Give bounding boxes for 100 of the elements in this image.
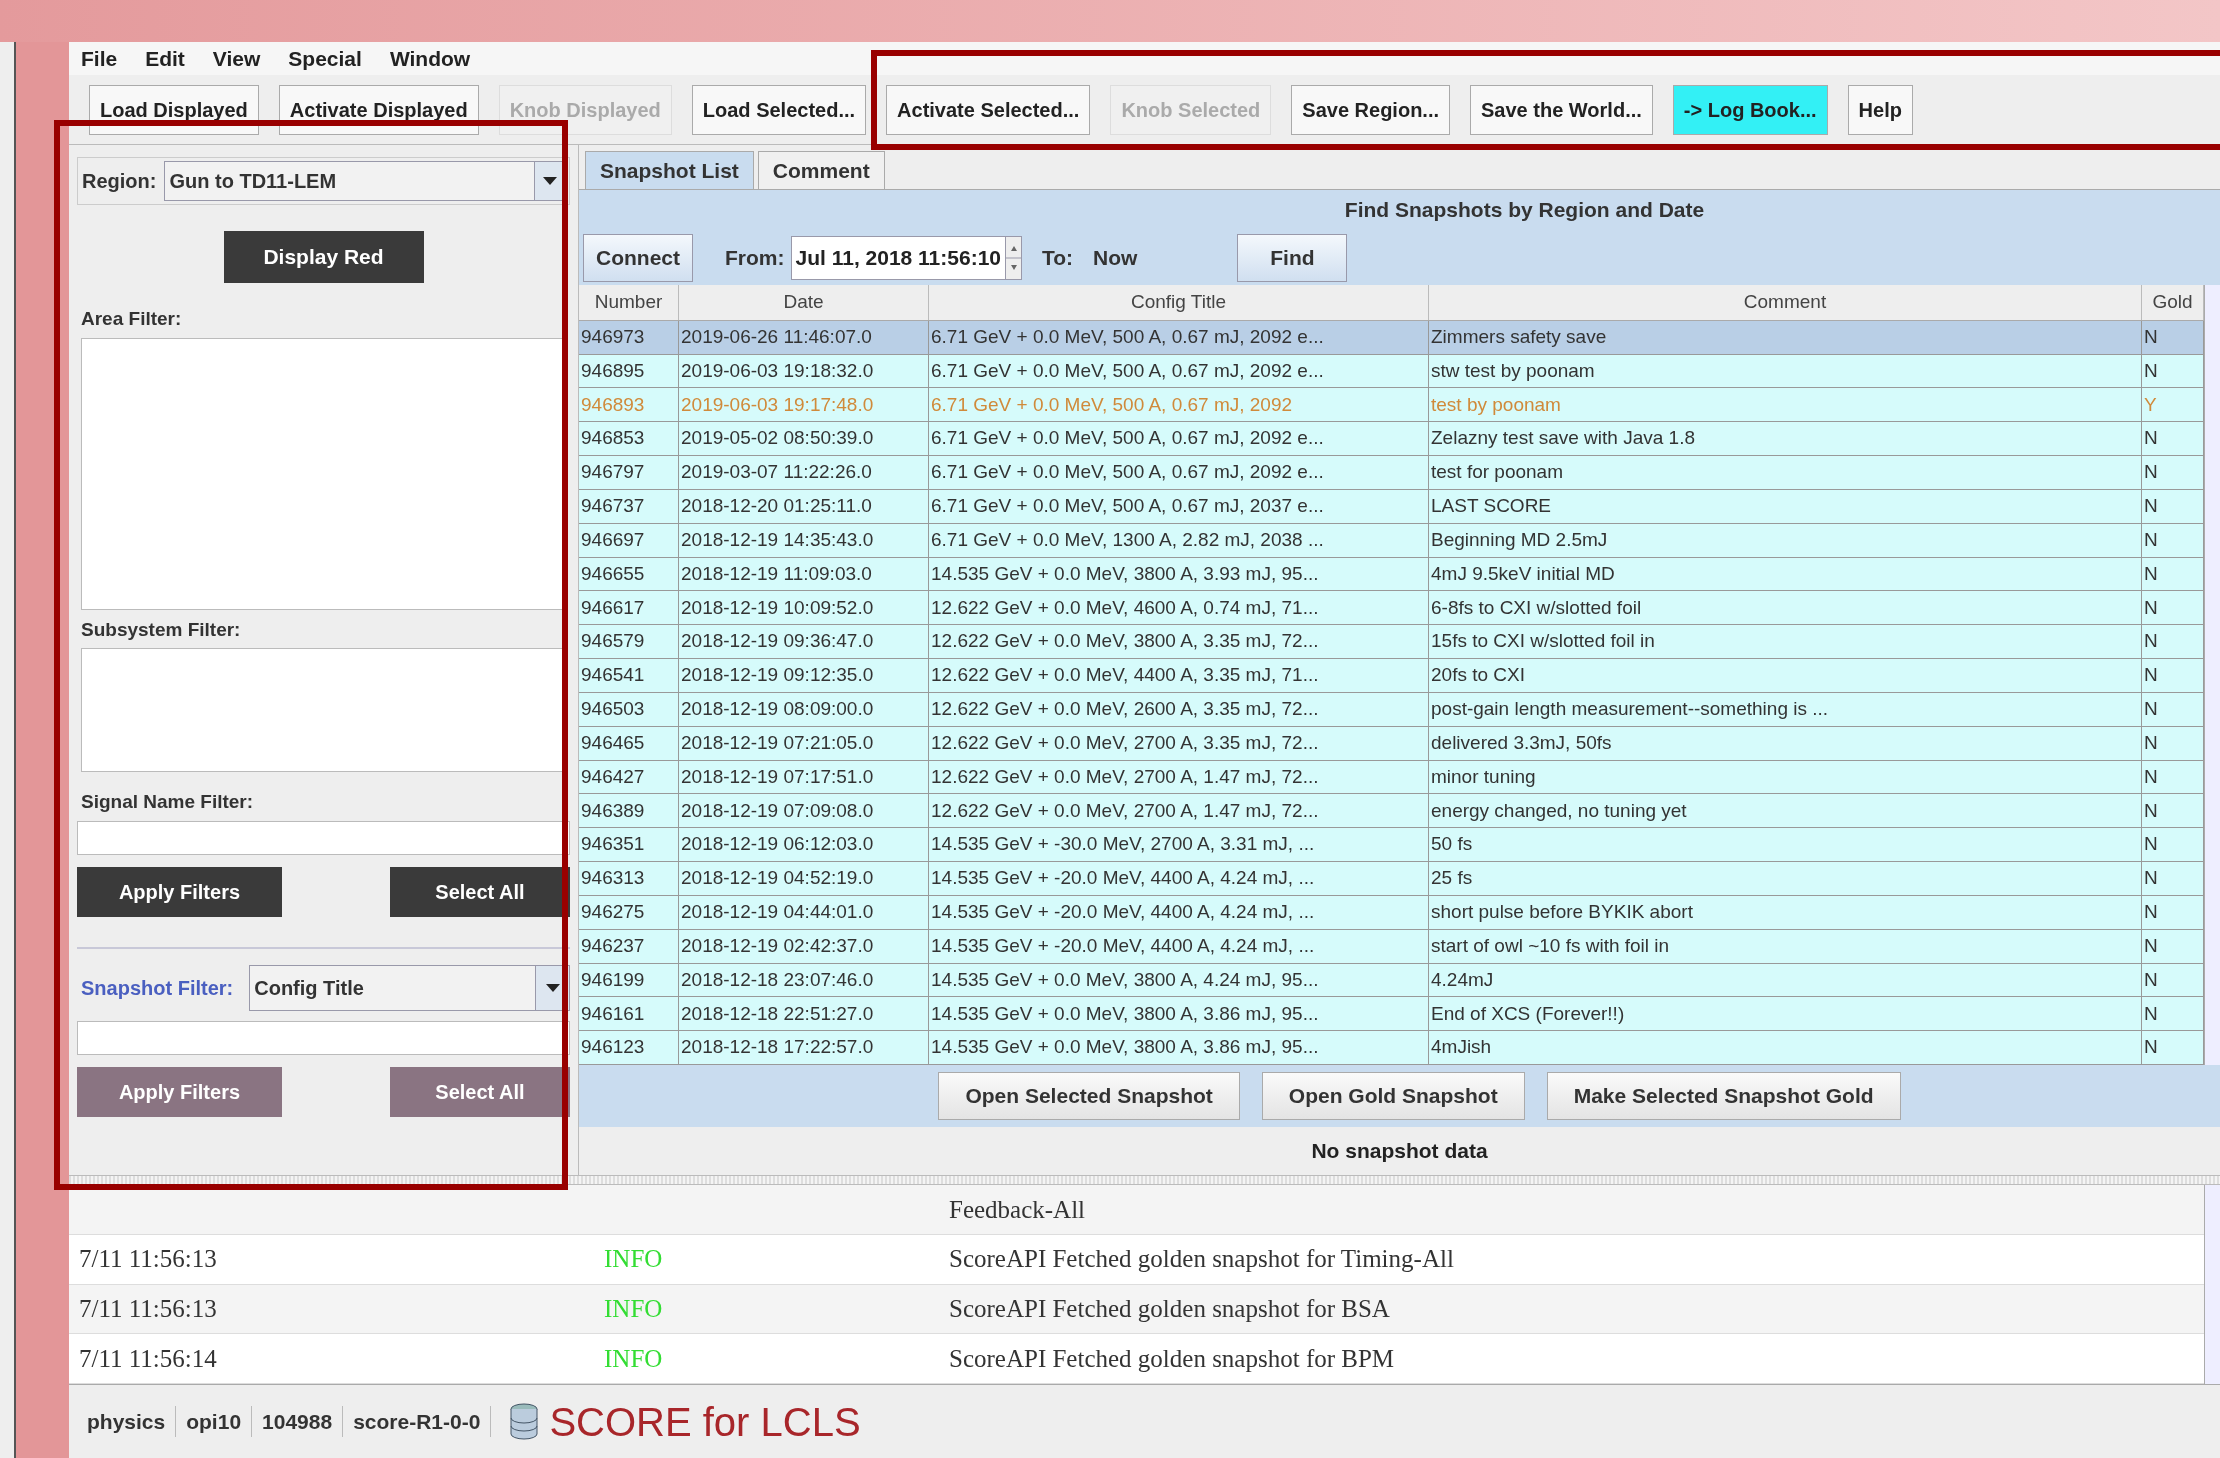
log-level: INFO <box>604 1295 663 1323</box>
table-cell: 946541 <box>579 659 679 692</box>
table-row[interactable]: 946313 2018-12-19 04:52:19.0 14.535 GeV + -20.0 MeV, 4400 A, 4.24 mJ, ... 25 fs N <box>579 862 2204 896</box>
table-cell: 2018-12-19 04:52:19.0 <box>679 862 929 895</box>
find-button[interactable]: Find <box>1237 233 1348 282</box>
table-cell: 2018-12-18 22:51:27.0 <box>679 997 929 1031</box>
table-row[interactable]: 946617 2018-12-19 10:09:52.0 12.622 GeV + 0.0 MeV, 4600 A, 0.74 mJ, 71... 6-8fs to CXI w/slotted foil N <box>579 591 2204 626</box>
table-cell: 12.622 GeV + 0.0 MeV, 4600 A, 0.74 mJ, 71... <box>929 591 1429 625</box>
toolbar-button[interactable]: Activate Selected... <box>886 84 1091 135</box>
column-header[interactable]: Date <box>679 285 929 320</box>
menu-item[interactable]: Edit <box>145 42 185 75</box>
table-row[interactable]: 946237 2018-12-19 02:42:37.0 14.535 GeV + -20.0 MeV, 4400 A, 4.24 mJ, ... start of owl ~10 fs with foil in N <box>579 929 2204 964</box>
snapshot-action-button[interactable]: Make Selected Snapshot Gold <box>1546 1072 1901 1120</box>
table-row[interactable]: 946797 2019-03-07 11:22:26.0 6.71 GeV + 0.0 MeV, 500 A, 0.67 mJ, 2092 e... test for poonam N <box>579 456 2204 490</box>
table-row[interactable]: 946427 2018-12-19 07:17:51.0 12.622 GeV + 0.0 MeV, 2700 A, 1.47 mJ, 72... minor tuning N <box>579 760 2204 795</box>
to-value: Now <box>1093 244 1138 271</box>
log-time: 7/11 11:56:13 <box>79 1245 217 1273</box>
table-row[interactable]: 946199 2018-12-18 23:07:46.0 14.535 GeV + 0.0 MeV, 3800 A, 4.24 mJ, 95... 4.24mJ N <box>579 963 2204 998</box>
table-row[interactable]: 946503 2018-12-19 08:09:00.0 12.622 GeV + 0.0 MeV, 2600 A, 3.35 mJ, 72... post-gain length measurement--something is ... N <box>579 692 2204 727</box>
table-cell: 6.71 GeV + 0.0 MeV, 500 A, 0.67 mJ, 2092 <box>929 388 1429 422</box>
table-cell: 946351 <box>579 828 679 862</box>
table-row[interactable]: 946351 2018-12-19 06:12:03.0 14.535 GeV + -30.0 MeV, 2700 A, 3.31 mJ, ... 50 fs N <box>579 828 2204 863</box>
table-cell: energy changed, no tuning yet <box>1429 794 2142 828</box>
column-header[interactable]: Config Title <box>929 285 1429 320</box>
toolbar-button[interactable]: -> Log Book... <box>1672 84 1828 135</box>
signal-name-field[interactable] <box>77 820 570 855</box>
menu-item[interactable]: Window <box>389 42 471 75</box>
table-row[interactable]: 946853 2019-05-02 08:50:39.0 6.71 GeV + 0.0 MeV, 500 A, 0.67 mJ, 2092 e... Zelazny test save with Java 1.8 N <box>579 422 2204 457</box>
log-time: 7/11 11:56:13 <box>79 1295 217 1323</box>
connect-button[interactable]: Connect <box>583 233 693 282</box>
table-cell: 2018-12-19 14:35:43.0 <box>679 523 929 557</box>
apply-filters-button[interactable]: Apply Filters <box>77 866 282 917</box>
toolbar-button[interactable]: Save Region... <box>1291 84 1451 135</box>
table-row[interactable]: 946655 2018-12-19 11:09:03.0 14.535 GeV + 0.0 MeV, 3800 A, 3.93 mJ, 95... 4mJ 9.5keV initial MD N <box>579 557 2204 592</box>
table-cell: 946237 <box>579 929 679 963</box>
table-row[interactable]: 946389 2018-12-19 07:09:08.0 12.622 GeV + 0.0 MeV, 2700 A, 1.47 mJ, 72... energy changed, no tuning yet N <box>579 794 2204 829</box>
table-cell: 4mJ 9.5keV initial MD <box>1429 557 2142 591</box>
menu-item[interactable]: View <box>212 42 261 75</box>
table-cell: 2019-06-26 11:46:07.0 <box>679 320 929 354</box>
table-row[interactable]: 946123 2018-12-18 17:22:57.0 14.535 GeV + 0.0 MeV, 3800 A, 3.86 mJ, 95... 4mJish N <box>579 1031 2204 1066</box>
table-cell: 946389 <box>579 794 679 828</box>
select-all-button[interactable]: Select All <box>390 866 570 917</box>
table-cell: 2018-12-19 08:09:00.0 <box>679 692 929 726</box>
toolbar-button[interactable]: Help <box>1847 84 1913 135</box>
status-item: physics <box>77 1405 177 1438</box>
table-row[interactable]: 946579 2018-12-19 09:36:47.0 12.622 GeV + 0.0 MeV, 3800 A, 3.35 mJ, 72... 15fs to CXI w/slotted foil in N <box>579 625 2204 660</box>
tab[interactable]: Comment <box>757 151 885 189</box>
display-button[interactable]: Display Red <box>223 231 424 283</box>
table-row[interactable]: 946697 2018-12-19 14:35:43.0 6.71 GeV + 0.0 MeV, 1300 A, 2.82 mJ, 2038 ... Beginning MD 2.5mJ N <box>579 523 2204 558</box>
snapshot-action-button[interactable]: Open Gold Snapshot <box>1261 1072 1525 1120</box>
column-header[interactable]: Comment <box>1429 285 2142 320</box>
table-row[interactable]: 946275 2018-12-19 04:44:01.0 14.535 GeV + -20.0 MeV, 4400 A, 4.24 mJ, ... short pulse before BYKIK abort N <box>579 895 2204 930</box>
table-cell: 946313 <box>579 862 679 895</box>
table-cell: 946737 <box>579 489 679 523</box>
table-cell: 6-8fs to CXI w/slotted foil <box>1429 591 2142 625</box>
snapshot-filter-field[interactable] <box>77 1020 570 1055</box>
table-row[interactable]: 946465 2018-12-19 07:21:05.0 12.622 GeV + 0.0 MeV, 2700 A, 3.35 mJ, 72... delivered 3.3mJ, 50fs N <box>579 726 2204 761</box>
subsystem-filter-label: Subsystem Filter: <box>80 617 242 642</box>
table-cell: 14.535 GeV + 0.0 MeV, 3800 A, 3.93 mJ, 95... <box>929 557 1429 591</box>
table-cell: 946617 <box>579 591 679 625</box>
table-cell: 946503 <box>579 692 679 726</box>
table-cell: 2018-12-19 10:09:52.0 <box>679 591 929 625</box>
table-cell: 2018-12-18 17:22:57.0 <box>679 1031 929 1065</box>
table-row[interactable]: 946737 2018-12-20 01:25:11.0 6.71 GeV + 0.0 MeV, 500 A, 0.67 mJ, 2037 e... LAST SCORE N <box>579 489 2204 524</box>
region-label: Region: <box>82 169 157 194</box>
column-header[interactable]: Number <box>579 285 679 320</box>
snapshot-filter-dropdown[interactable]: Config Title <box>249 964 570 1011</box>
table-cell: 2018-12-19 07:21:05.0 <box>679 726 929 760</box>
scrollbar[interactable] <box>2204 285 2220 1065</box>
menu-item[interactable]: Special <box>288 42 362 75</box>
status-item: 104988 <box>252 1405 344 1438</box>
toolbar-button[interactable]: Load Selected... <box>691 84 867 135</box>
table-cell: LAST SCORE <box>1429 489 2142 523</box>
table-cell: 2018-12-18 23:07:46.0 <box>679 963 929 997</box>
region-dropdown[interactable]: Gun to TD11-LEM <box>164 161 565 201</box>
splitter-handle[interactable] <box>69 1175 2220 1185</box>
table-cell: 946199 <box>579 963 679 997</box>
log-message: ScoreAPI Fetched golden snapshot for Timing-All <box>949 1244 1454 1275</box>
scrollbar[interactable] <box>2204 1185 2220 1384</box>
table-cell: 6.71 GeV + 0.0 MeV, 500 A, 0.67 mJ, 2092 e... <box>929 354 1429 388</box>
table-cell: 2019-06-03 19:18:32.0 <box>679 354 929 388</box>
table-cell: 4mJish <box>1429 1031 2142 1065</box>
log-level: INFO <box>604 1245 663 1273</box>
tab[interactable]: Snapshot List <box>585 151 754 189</box>
table-row[interactable]: 946541 2018-12-19 09:12:35.0 12.622 GeV + 0.0 MeV, 4400 A, 3.35 mJ, 71... 20fs to CXI N <box>579 659 2204 693</box>
table-row[interactable]: 946161 2018-12-18 22:51:27.0 14.535 GeV + 0.0 MeV, 3800 A, 3.86 mJ, 95... End of XCS (Forever!!) N <box>579 997 2204 1032</box>
table-cell: 946893 <box>579 388 679 422</box>
table-cell: End of XCS (Forever!!) <box>1429 997 2142 1031</box>
table-cell: 946973 <box>579 320 679 354</box>
table-row[interactable]: 946973 2019-06-26 11:46:07.0 6.71 GeV + 0.0 MeV, 500 A, 0.67 mJ, 2092 e... Zimmers safety save N <box>579 320 2204 355</box>
menu-item[interactable]: File <box>81 42 118 75</box>
log-message: ScoreAPI Fetched golden snapshot for BPM <box>949 1343 1395 1374</box>
table-row[interactable]: 946895 2019-06-03 19:18:32.0 6.71 GeV + 0.0 MeV, 500 A, 0.67 mJ, 2092 e... stw test by poonam N <box>579 354 2204 389</box>
table-cell: 2018-12-19 07:17:51.0 <box>679 760 929 794</box>
from-date-spinner[interactable]: Jul 11, 2018 11:56:10 <box>790 235 1022 280</box>
snapshot-action-button[interactable]: Open Selected Snapshot <box>938 1072 1240 1120</box>
table-cell: minor tuning <box>1429 760 2142 794</box>
table-cell: 2019-06-03 19:17:48.0 <box>679 388 929 422</box>
table-cell: 12.622 GeV + 0.0 MeV, 2700 A, 1.47 mJ, 72... <box>929 794 1429 828</box>
toolbar-button[interactable]: Save the World... <box>1470 84 1653 135</box>
